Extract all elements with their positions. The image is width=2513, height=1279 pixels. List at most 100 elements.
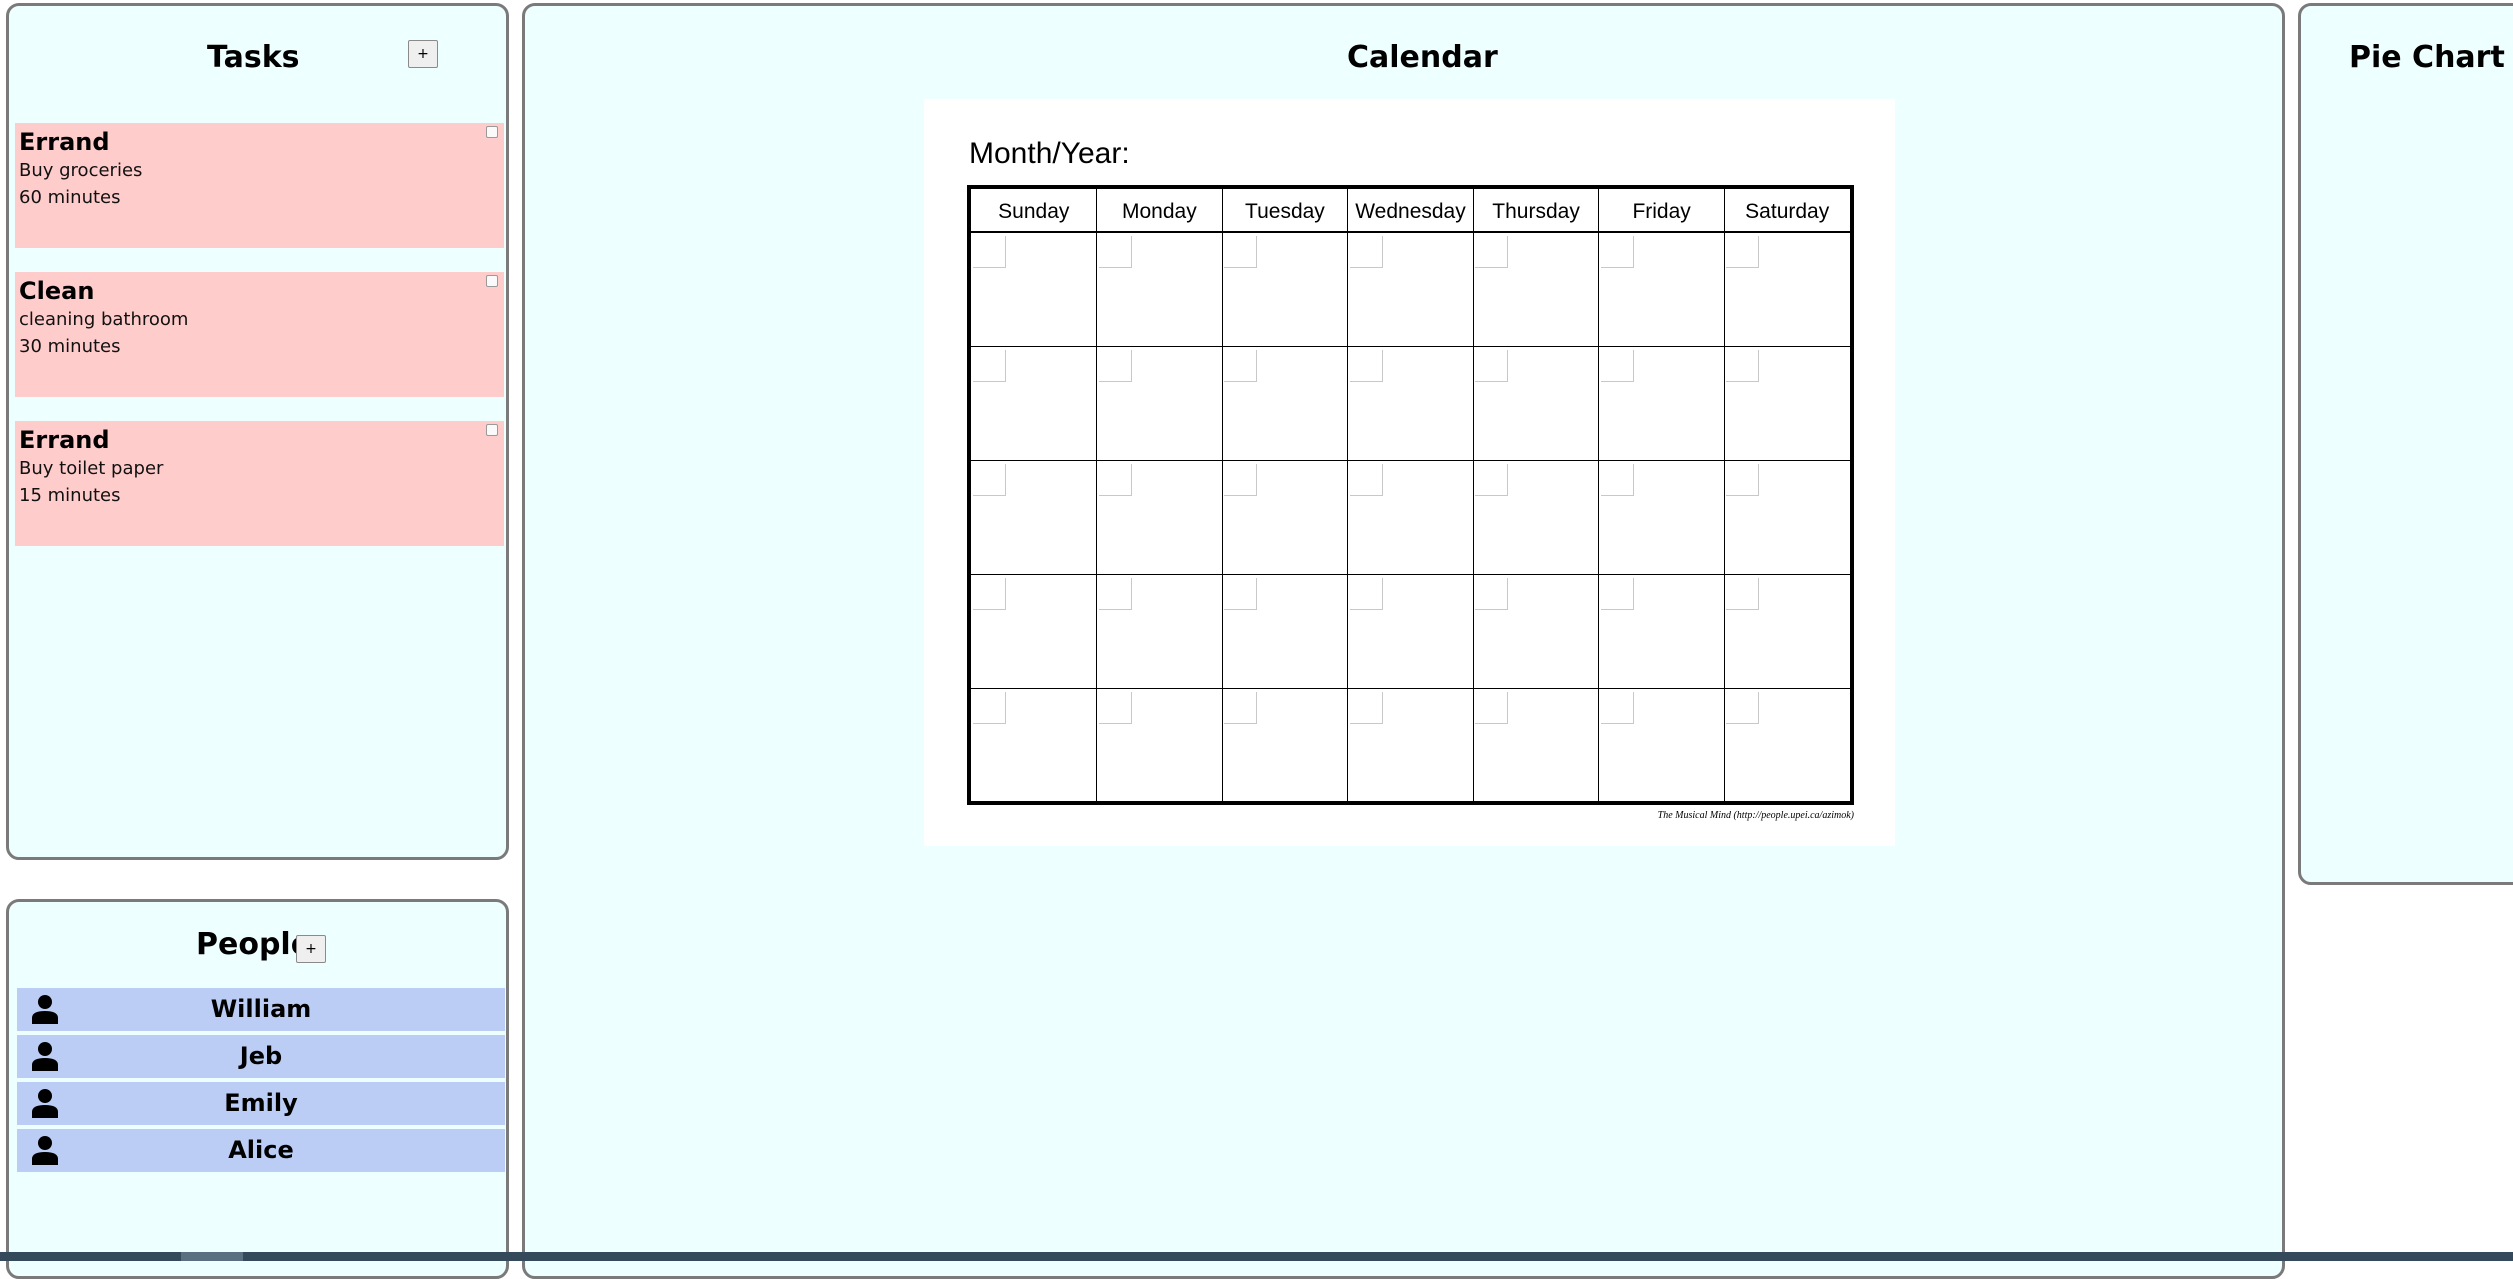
date-box (1475, 350, 1509, 382)
date-box (973, 692, 1006, 724)
date-box (1349, 692, 1383, 724)
calendar-day-cell[interactable] (971, 689, 1097, 803)
person-name: Alice (228, 1136, 294, 1164)
calendar-day-cell[interactable] (1097, 575, 1223, 689)
calendar-day-cell[interactable] (1724, 689, 1850, 803)
task-card[interactable]: Errand Buy groceries 60 minutes (15, 123, 504, 248)
calendar-credit: The Musical Mind (http://people.upei.ca/… (1657, 810, 1854, 821)
calendar-day-cell[interactable] (1222, 461, 1348, 575)
calendar-day-cell[interactable] (1473, 689, 1599, 803)
date-box (1224, 578, 1258, 610)
calendar-day-cell[interactable] (1473, 347, 1599, 461)
date-box (1600, 236, 1634, 268)
people-title: People (196, 927, 312, 962)
calendar-grid: Sunday Monday Tuesday Wednesday Thursday Frid… (967, 185, 1854, 805)
scrollbar-thumb[interactable] (181, 1252, 243, 1261)
pie-chart-title: Pie Chart (2349, 40, 2505, 75)
person-name: Emily (224, 1089, 298, 1117)
task-duration: 30 minutes (19, 336, 121, 357)
task-type: Errand (19, 128, 110, 156)
calendar-day-cell[interactable] (1222, 233, 1348, 347)
date-box (973, 464, 1006, 496)
calendar-day-cell[interactable] (1599, 575, 1725, 689)
date-box (1475, 464, 1509, 496)
date-box (1098, 578, 1132, 610)
calendar-day-cell[interactable] (1097, 461, 1223, 575)
date-box (1726, 578, 1760, 610)
calendar-day-cell[interactable] (1348, 689, 1474, 803)
calendar-day-cell[interactable] (1599, 347, 1725, 461)
day-header: Monday (1121, 200, 1197, 223)
date-box (1224, 236, 1258, 268)
task-card[interactable]: Clean cleaning bathroom 30 minutes (15, 272, 504, 397)
task-checkbox[interactable] (486, 126, 498, 138)
bottom-scrollbar[interactable] (0, 1252, 2513, 1261)
calendar-day-cell[interactable] (1222, 347, 1348, 461)
date-box (1098, 464, 1132, 496)
calendar-day-cell[interactable] (1473, 461, 1599, 575)
calendar-day-cell[interactable] (1599, 461, 1725, 575)
date-box (1600, 578, 1634, 610)
calendar-day-cell[interactable] (1473, 575, 1599, 689)
calendar-day-cell[interactable] (1348, 575, 1474, 689)
task-checkbox[interactable] (486, 424, 498, 436)
tasks-title: Tasks (207, 40, 300, 75)
task-card[interactable]: Errand Buy toilet paper 15 minutes (15, 421, 504, 546)
calendar-day-cell[interactable] (1724, 347, 1850, 461)
task-checkbox[interactable] (486, 275, 498, 287)
calendar-sheet: Month/Year: Sunday Monday Tuesday Wednesday… (924, 99, 1895, 846)
calendar-day-cell[interactable] (1724, 233, 1850, 347)
person-row[interactable]: Alice (17, 1129, 505, 1172)
calendar-day-cell[interactable] (1348, 347, 1474, 461)
date-box (1600, 464, 1634, 496)
calendar-day-cell[interactable] (1348, 461, 1474, 575)
date-box (1224, 350, 1258, 382)
day-header: Thursday (1492, 200, 1580, 223)
date-box (1726, 236, 1760, 268)
date-box (1475, 692, 1509, 724)
task-type: Clean (19, 277, 95, 305)
people-panel: People + William Jeb Emily Alice (6, 899, 509, 1279)
person-row[interactable]: Jeb (17, 1035, 505, 1078)
day-header: Sunday (998, 200, 1070, 223)
add-task-button[interactable]: + (408, 40, 438, 68)
calendar-panel: Calendar Month/Year: Sunday Monday Tuesday… (522, 3, 2285, 1279)
calendar-day-cell[interactable] (1222, 575, 1348, 689)
person-row[interactable]: William (17, 988, 505, 1031)
calendar-day-cell[interactable] (1473, 233, 1599, 347)
day-header: Saturday (1745, 200, 1830, 223)
calendar-day-cell[interactable] (971, 233, 1097, 347)
calendar-day-cell[interactable] (1599, 689, 1725, 803)
date-box (1349, 350, 1383, 382)
date-box (1600, 350, 1634, 382)
calendar-day-cell[interactable] (971, 347, 1097, 461)
calendar-title: Calendar (1347, 40, 1498, 75)
calendar-day-cell[interactable] (971, 575, 1097, 689)
task-description: cleaning bathroom (19, 309, 189, 330)
date-box (1726, 350, 1760, 382)
calendar-day-cell[interactable] (1724, 461, 1850, 575)
calendar-day-cell[interactable] (1097, 347, 1223, 461)
calendar-day-cell[interactable] (1724, 575, 1850, 689)
date-box (1224, 464, 1258, 496)
calendar-day-cell[interactable] (1348, 233, 1474, 347)
add-person-button[interactable]: + (296, 935, 326, 963)
day-header: Tuesday (1245, 200, 1325, 223)
calendar-day-cell[interactable] (1097, 233, 1223, 347)
task-description: Buy groceries (19, 160, 143, 181)
date-box (1475, 578, 1509, 610)
person-row[interactable]: Emily (17, 1082, 505, 1125)
calendar-day-cell[interactable] (1599, 233, 1725, 347)
person-name: Jeb (239, 1042, 283, 1070)
date-box (1098, 350, 1132, 382)
person-name: William (210, 995, 312, 1023)
calendar-day-cell[interactable] (971, 461, 1097, 575)
calendar-day-cell[interactable] (1222, 689, 1348, 803)
pie-chart-panel: Pie Chart (2298, 3, 2513, 885)
date-box (973, 236, 1006, 268)
date-box (1224, 692, 1258, 724)
date-box (1726, 464, 1760, 496)
date-box (1349, 578, 1383, 610)
date-box (1349, 236, 1383, 268)
calendar-day-cell[interactable] (1097, 689, 1223, 803)
